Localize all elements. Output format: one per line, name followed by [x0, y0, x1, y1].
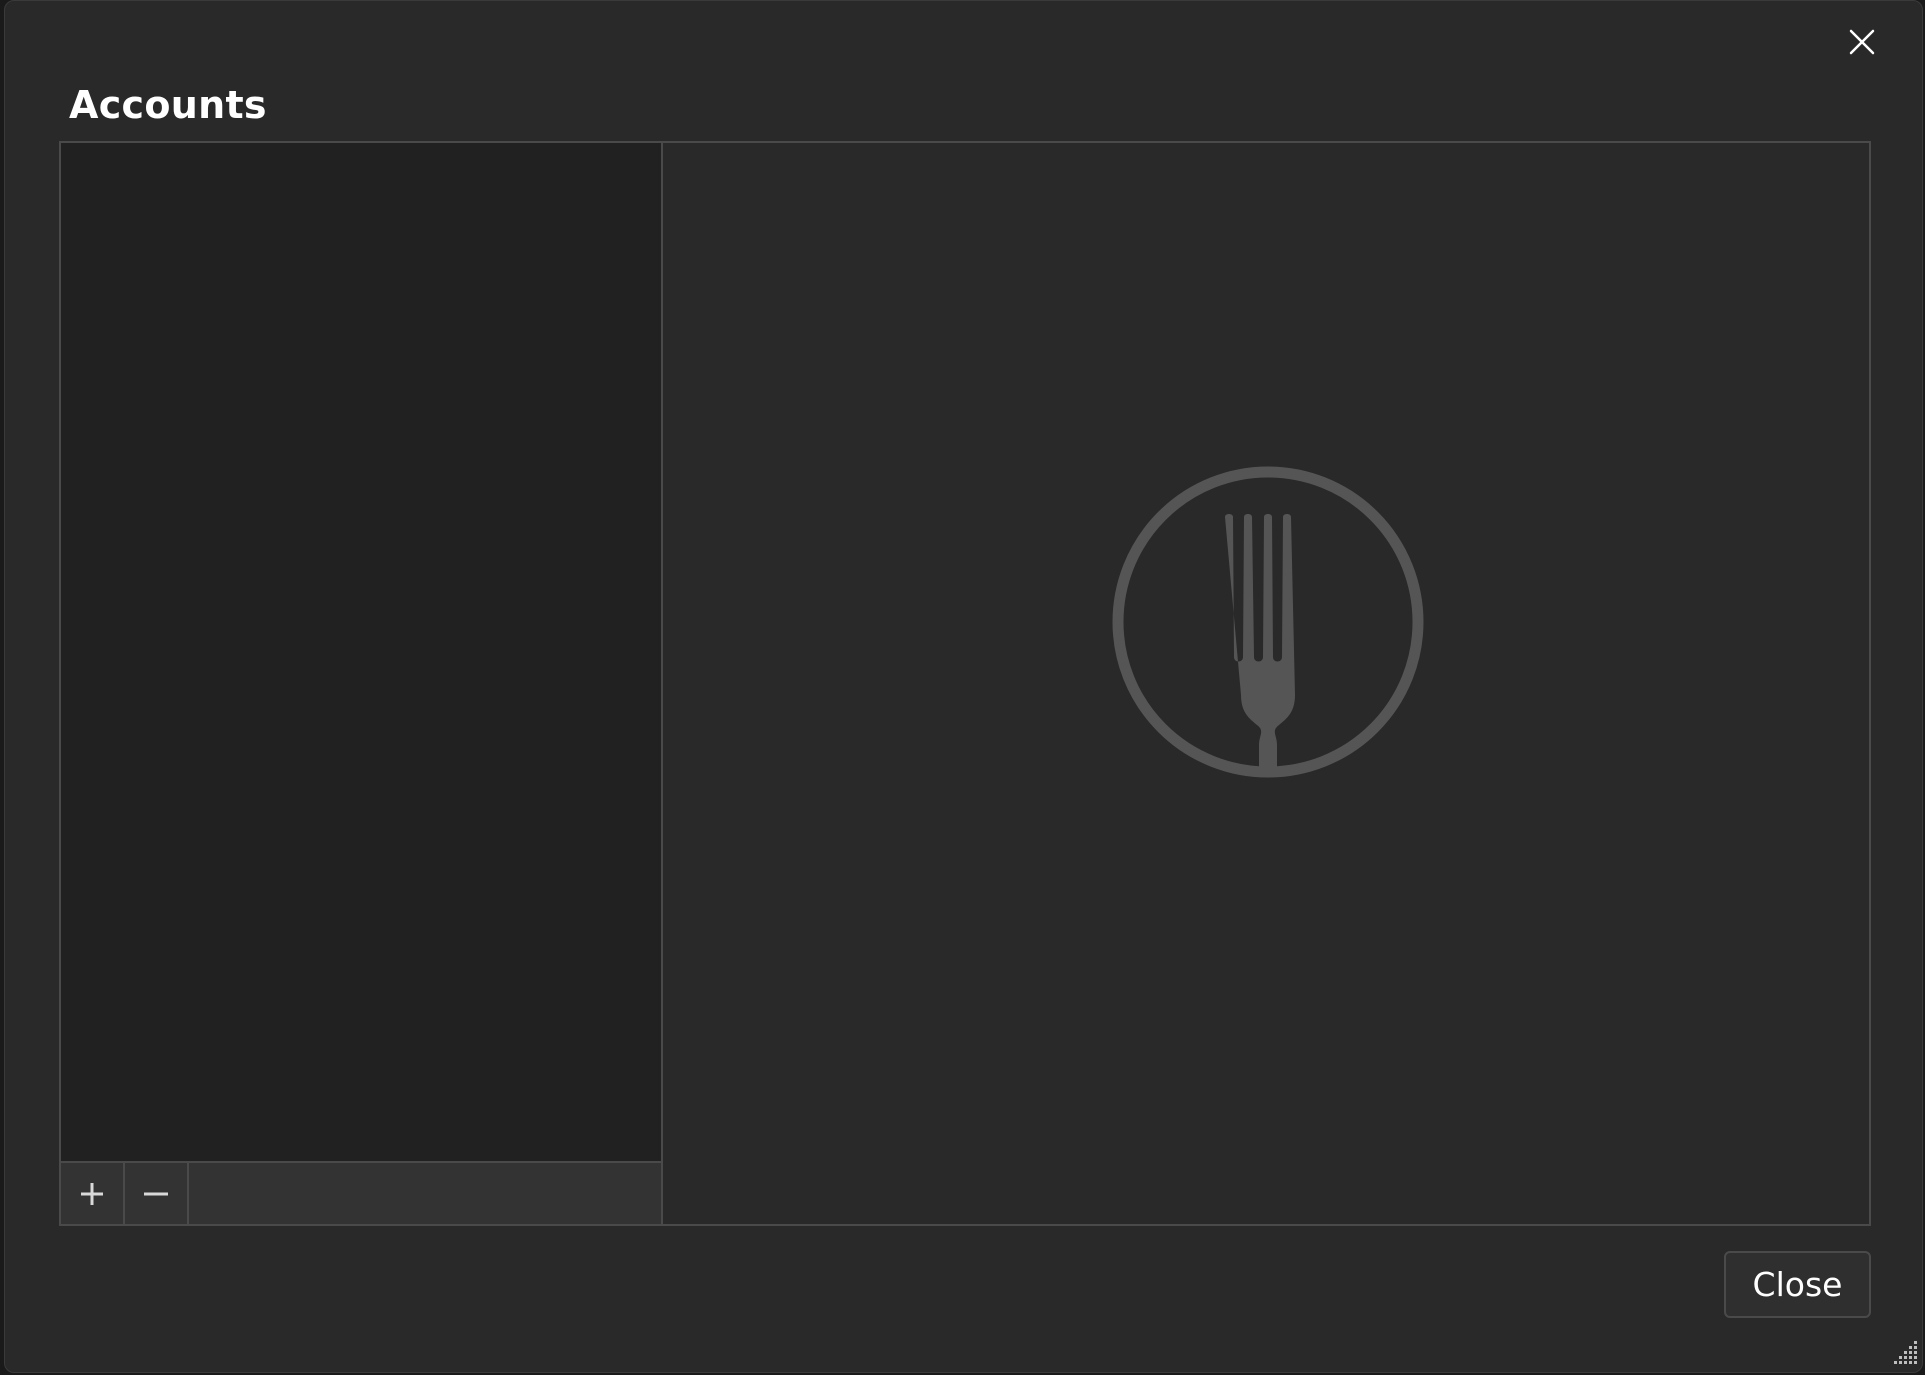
close-button[interactable]: Close [1724, 1251, 1871, 1318]
accounts-panel [59, 141, 1871, 1226]
fork-logo-icon [1112, 466, 1424, 778]
accounts-dialog: Accounts Close [4, 0, 1923, 1373]
account-list-toolbar [61, 1161, 663, 1224]
account-list[interactable] [61, 143, 663, 1161]
dialog-title: Accounts [69, 83, 267, 127]
account-detail-pane [663, 143, 1869, 1224]
plus-icon [81, 1182, 103, 1205]
close-window-icon[interactable] [1843, 23, 1881, 61]
add-account-button[interactable] [61, 1163, 125, 1224]
minus-icon [144, 1192, 168, 1195]
resize-grip-icon[interactable] [1890, 1337, 1920, 1367]
remove-account-button[interactable] [125, 1163, 189, 1224]
